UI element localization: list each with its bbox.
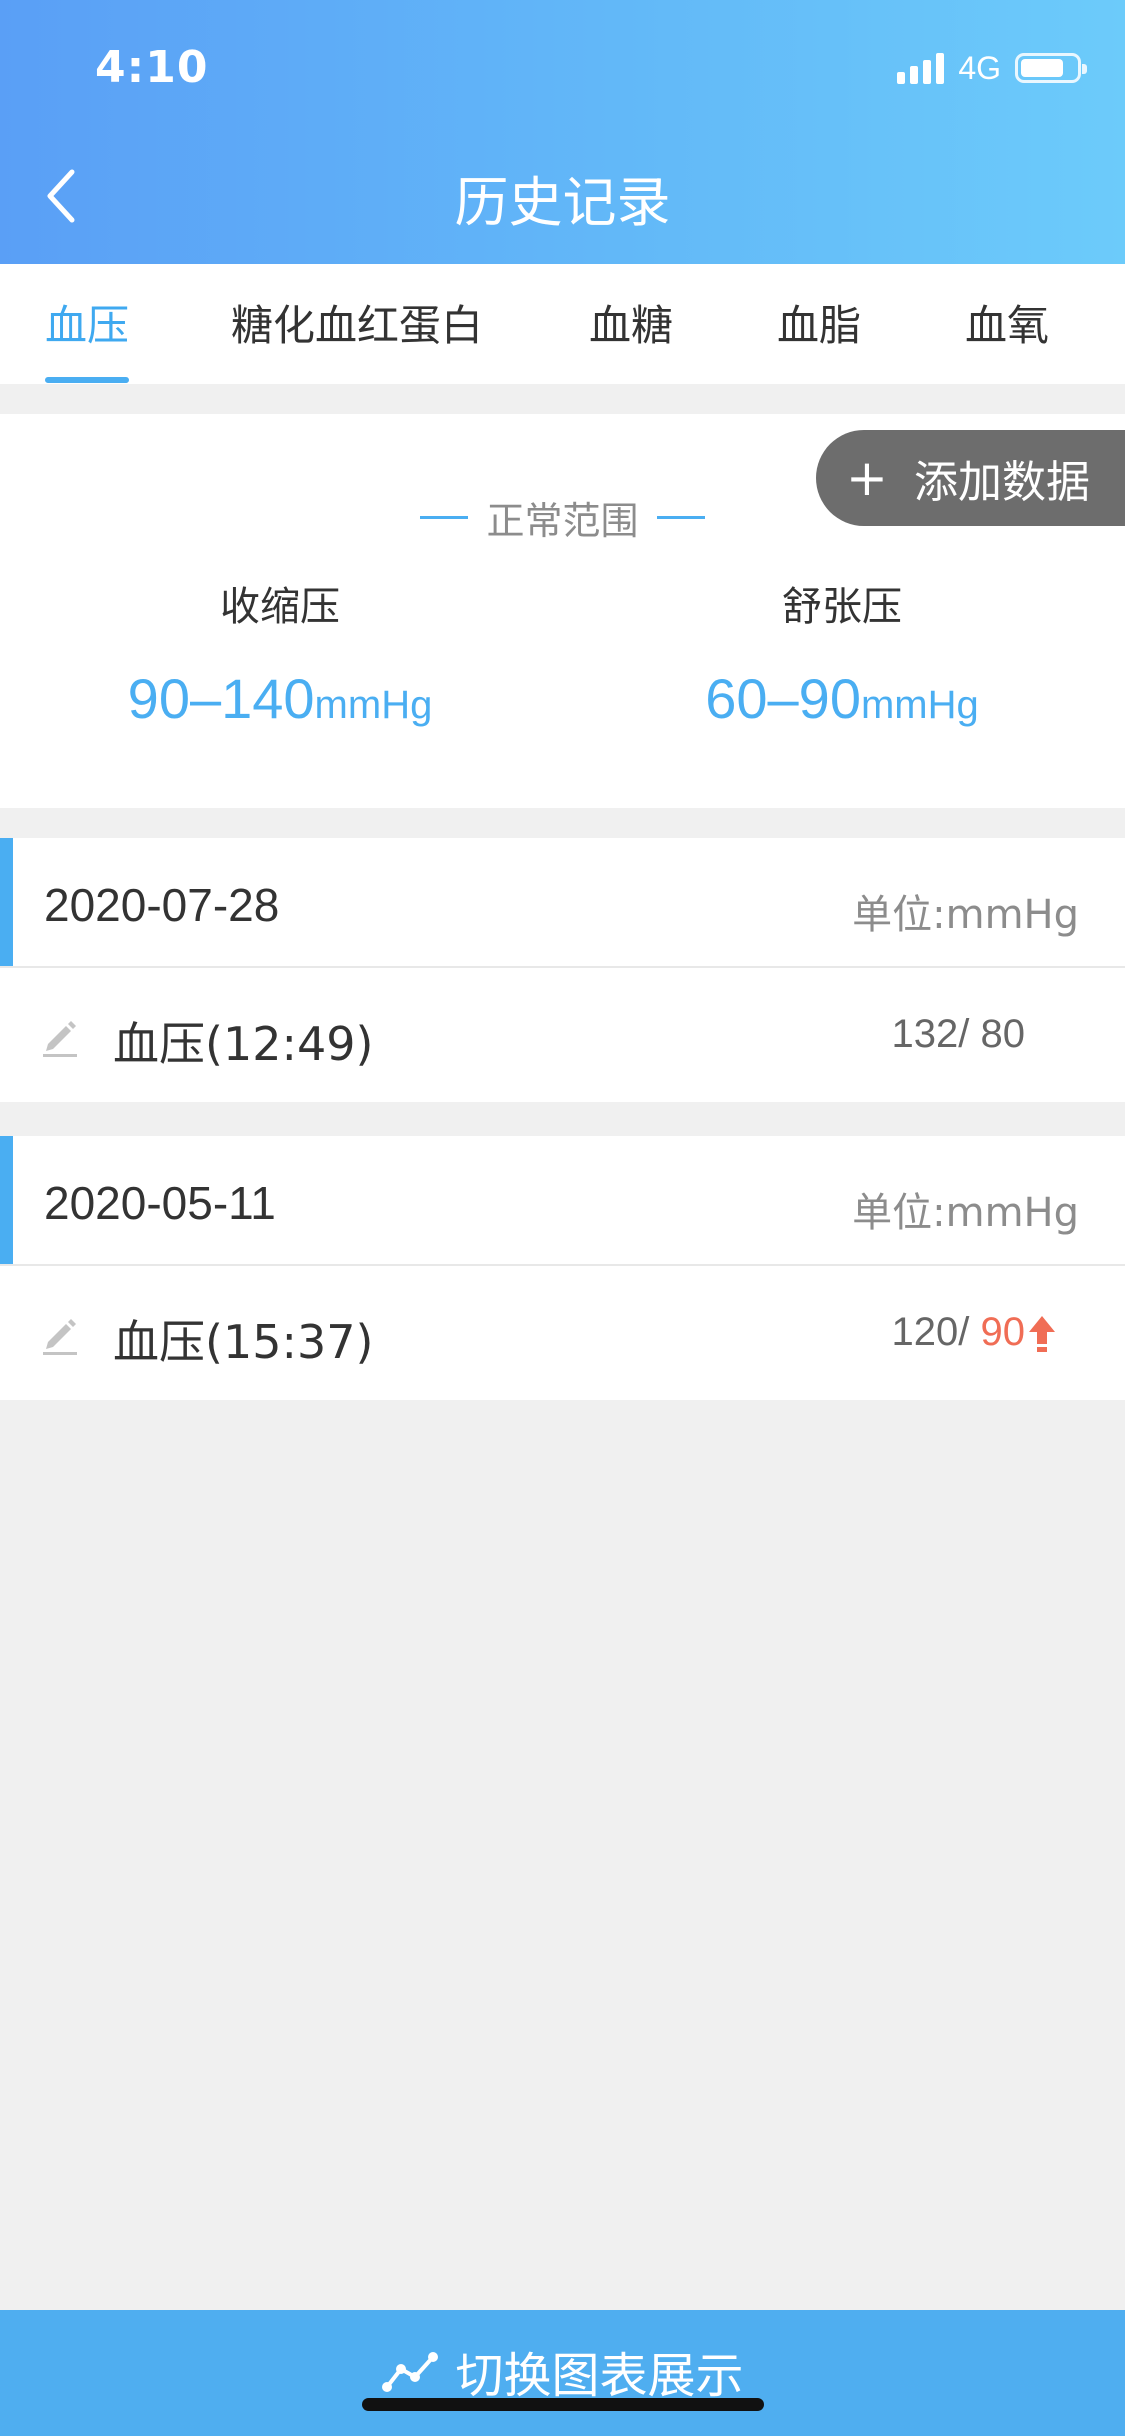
normal-range-label: 正常范围 [486, 499, 639, 543]
record-unit: 单位:mmHg [852, 1190, 1079, 1236]
status-time: 4:10 [95, 42, 209, 93]
diastolic-reading-high: 90 [969, 1310, 1026, 1354]
systolic-range: 收缩压 90–140mmHg [0, 574, 560, 731]
status-icons: 4G [897, 48, 1087, 88]
switch-chart-button[interactable]: 切换图表展示 [0, 2310, 1125, 2436]
header: 4:10 4G 历史记录 [0, 0, 1125, 264]
normal-range-title: 正常范围 [0, 490, 1125, 545]
record-date: 2020-07-28 [44, 879, 280, 931]
switch-chart-content: 切换图表展示 [381, 2336, 744, 2406]
battery-icon [1015, 53, 1087, 83]
diastolic-value: 60–90mmHg [562, 666, 1122, 731]
tab-blood-sugar[interactable]: 血糖 [589, 292, 673, 353]
record-date: 2020-05-11 [44, 1177, 276, 1229]
record-value: 120/ 90 [892, 1310, 1057, 1355]
record-group: 2020-05-11 单位:mmHg 血压(15:37) 120/ 90 [0, 1136, 1125, 1400]
tab-blood-lipid[interactable]: 血脂 [777, 292, 861, 353]
systolic-value: 90–140mmHg [0, 666, 560, 731]
divider [656, 516, 705, 519]
tab-blood-pressure[interactable]: 血压 [45, 292, 129, 353]
record-label: 血压(15:37) [113, 1315, 374, 1369]
tab-hba1c[interactable]: 糖化血红蛋白 [231, 292, 483, 353]
record-value: 132/ 80 [891, 1012, 1026, 1056]
record-group: 2020-07-28 单位:mmHg 血压(12:49) 132/ 80 [0, 838, 1125, 1102]
date-accent-bar [0, 838, 13, 966]
network-type: 4G [958, 49, 1001, 86]
diastolic-reading: 80 [969, 1012, 1026, 1056]
page-title: 历史记录 [454, 171, 671, 234]
date-accent-bar [0, 1136, 13, 1264]
line-chart-icon [382, 2352, 439, 2392]
record-date-header: 2020-07-28 单位:mmHg [0, 838, 1125, 968]
systolic-reading: 132 [891, 1012, 959, 1056]
record-date-header: 2020-05-11 单位:mmHg [0, 1136, 1125, 1266]
systolic-unit: mmHg [314, 683, 433, 727]
switch-chart-label: 切换图表展示 [455, 2348, 744, 2404]
pencil-icon[interactable] [40, 1014, 80, 1058]
record-entry[interactable]: 血压(12:49) 132/ 80 [0, 968, 1125, 1102]
diastolic-label: 舒张压 [782, 584, 902, 630]
active-tab-indicator [45, 377, 129, 383]
arrow-up-icon [1029, 1316, 1055, 1353]
record-entry[interactable]: 血压(15:37) 120/ 90 [0, 1266, 1125, 1400]
tab-blood-oxygen[interactable]: 血氧 [965, 292, 1049, 353]
systolic-reading: 120 [891, 1310, 959, 1354]
pencil-icon[interactable] [40, 1312, 80, 1356]
normal-range-card: + 添加数据 正常范围 收缩压 90–140mmHg 舒张压 60–90mmHg [0, 414, 1125, 808]
signal-icon [897, 52, 945, 84]
category-tabs: 血压 糖化血红蛋白 血糖 血脂 血氧 [0, 264, 1125, 384]
record-label: 血压(12:49) [113, 1017, 374, 1071]
systolic-label: 收缩压 [220, 584, 340, 630]
home-indicator [362, 2398, 764, 2411]
diastolic-range-number: 60–90 [705, 667, 861, 730]
divider [420, 516, 469, 519]
diastolic-unit: mmHg [860, 683, 979, 727]
systolic-range-number: 90–140 [127, 667, 315, 730]
diastolic-range: 舒张压 60–90mmHg [562, 574, 1122, 731]
record-unit: 单位:mmHg [852, 892, 1079, 938]
